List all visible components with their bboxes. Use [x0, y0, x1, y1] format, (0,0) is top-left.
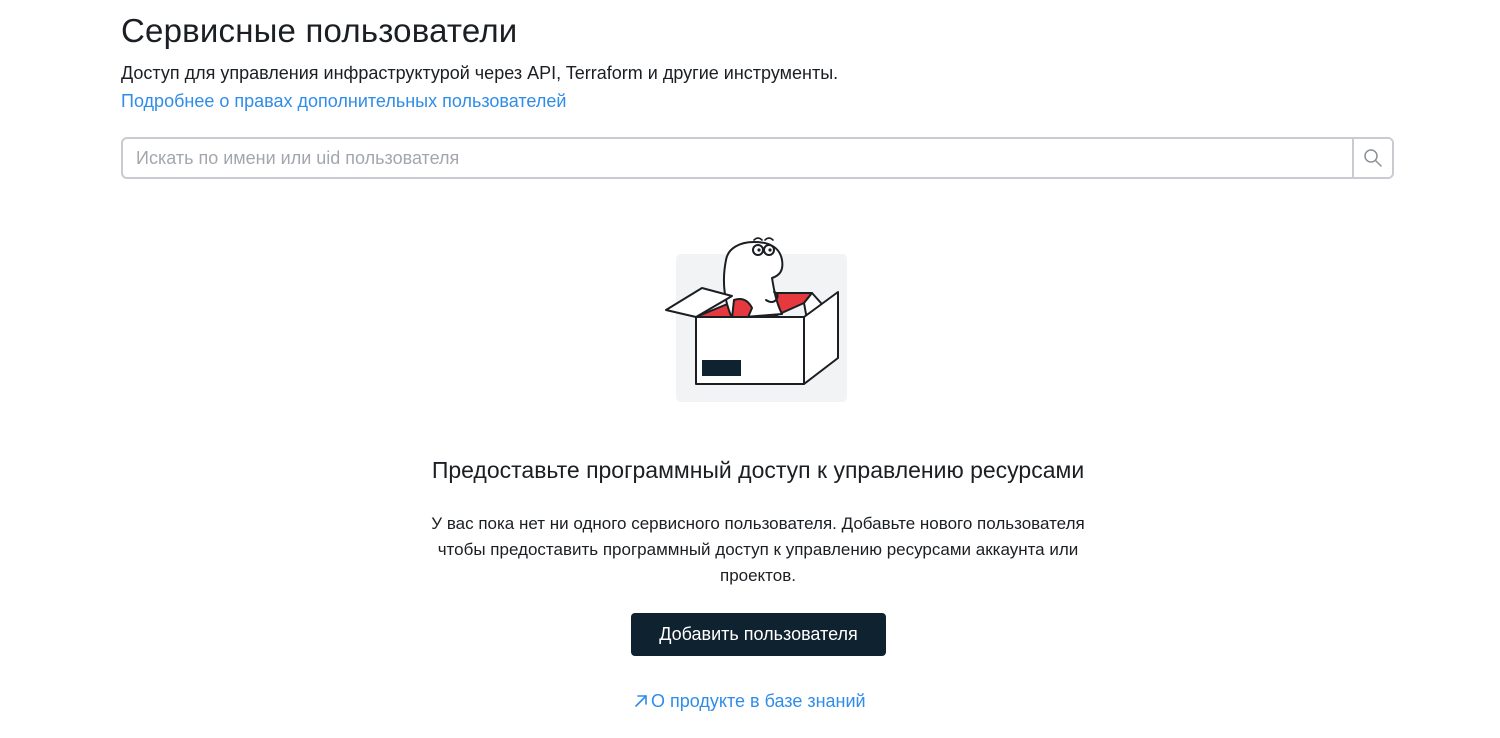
dino-in-box-illustration — [665, 237, 847, 402]
page-header: Сервисные пользователи Доступ для управл… — [121, 8, 1394, 113]
page-description: Доступ для управления инфраструктурой че… — [121, 63, 839, 83]
knowledge-base-link[interactable]: О продукте в базе знаний — [633, 689, 866, 713]
search-bar — [121, 137, 1394, 179]
user-rights-help-link[interactable]: Подробнее о правах дополнительных пользо… — [121, 89, 566, 113]
search-button[interactable] — [1352, 139, 1392, 177]
empty-state-text: У вас пока нет ни одного сервисного поль… — [431, 514, 1085, 585]
arrow-up-right-icon — [635, 695, 647, 707]
knowledge-base-link-label: О продукте в базе знаний — [651, 691, 866, 711]
page-title: Сервисные пользователи — [121, 12, 518, 49]
page: Сервисные пользователи Доступ для управл… — [0, 0, 1500, 738]
search-input[interactable] — [123, 139, 1352, 177]
search-icon — [1364, 149, 1382, 167]
add-user-button[interactable]: Добавить пользователя — [631, 613, 886, 656]
empty-state-title: Предоставьте программный доступ к управл… — [431, 457, 1085, 483]
